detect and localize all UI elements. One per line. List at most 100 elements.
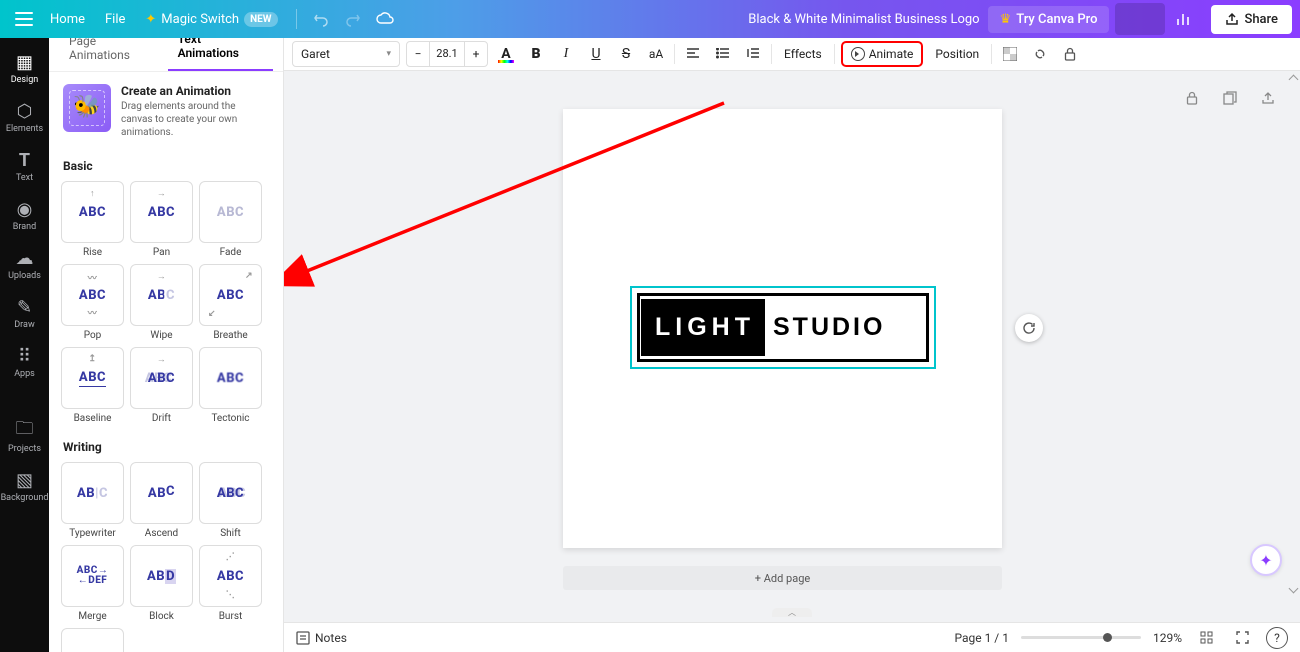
create-animation-thumb: [63, 84, 111, 132]
anim-merge[interactable]: ABC→←DEF: [61, 545, 124, 607]
logo-light: LIGHT: [641, 299, 765, 356]
try-pro-label: Try Canva Pro: [1016, 12, 1097, 27]
tab-page-animations[interactable]: Page Animations: [59, 38, 168, 71]
present-button[interactable]: [1115, 3, 1165, 35]
underline-button[interactable]: U: [584, 42, 608, 66]
vertical-scrollbar[interactable]: [1291, 76, 1296, 592]
apps-icon: ⠿: [18, 346, 31, 366]
anim-wipe[interactable]: →ABC: [130, 264, 193, 326]
share-button[interactable]: Share: [1211, 5, 1292, 34]
ai-rewrite-handle[interactable]: [1015, 314, 1043, 342]
anim-baseline-label: Baseline: [74, 413, 112, 424]
page-indicator[interactable]: Page 1 / 1: [954, 631, 1009, 645]
anim-pop[interactable]: 〰ABC〰: [61, 264, 124, 326]
font-size-value[interactable]: 28.1: [429, 42, 465, 66]
anim-ascend[interactable]: ABC: [130, 462, 193, 524]
transparency-button[interactable]: [998, 42, 1022, 66]
rail-uploads[interactable]: ☁Uploads: [0, 240, 49, 289]
page-tray-toggle[interactable]: ︿: [772, 608, 812, 617]
create-animation-card[interactable]: Create an Animation Drag elements around…: [49, 72, 283, 151]
zoom-value[interactable]: 129%: [1153, 631, 1182, 645]
fullscreen-icon[interactable]: [1230, 626, 1254, 650]
divider: [296, 9, 297, 29]
font-size-increase[interactable]: +: [465, 42, 487, 66]
font-color-button[interactable]: A: [494, 42, 518, 66]
animate-button[interactable]: Animate: [841, 41, 924, 67]
canvas-area[interactable]: LIGHT STUDIO + Add page ︿ ✦: [284, 71, 1300, 622]
section-basic: Basic: [49, 151, 283, 177]
anim-fade-label: Fade: [220, 247, 242, 258]
anim-block[interactable]: ABD: [130, 545, 193, 607]
anim-tectonic-label: Tectonic: [211, 413, 249, 424]
try-pro-button[interactable]: ♛ Try Canva Pro: [988, 6, 1110, 33]
notes-label: Notes: [315, 631, 347, 645]
spacing-button[interactable]: [741, 42, 765, 66]
rail-elements[interactable]: ⬡Elements: [0, 93, 49, 142]
footer-bar: Notes Page 1 / 1 129% ?: [284, 622, 1300, 652]
font-name: Garet: [301, 47, 330, 61]
link-button[interactable]: [1028, 42, 1052, 66]
animate-label: Animate: [869, 47, 914, 61]
anim-pan[interactable]: →ABC: [130, 181, 193, 243]
rail-design[interactable]: ▦Design: [0, 44, 49, 93]
font-select[interactable]: Garet ▾: [292, 41, 400, 67]
animations-panel: Page Animations Text Animations Create a…: [49, 38, 284, 652]
magic-switch-button[interactable]: ✦ Magic Switch NEW: [135, 8, 287, 31]
help-button[interactable]: ?: [1266, 627, 1288, 649]
anim-baseline[interactable]: ↥ABC: [61, 347, 124, 409]
page-tools: [1180, 86, 1280, 110]
anim-rise[interactable]: ↑ABC: [61, 181, 124, 243]
italic-button[interactable]: I: [554, 42, 578, 66]
logo-text-element[interactable]: LIGHT STUDIO: [630, 286, 936, 369]
tab-text-animations[interactable]: Text Animations: [168, 38, 273, 71]
anim-burst[interactable]: ⋰ABC⋱: [199, 545, 262, 607]
rail-apps[interactable]: ⠿Apps: [0, 338, 49, 387]
arrow-right-icon: →: [157, 354, 167, 365]
document-title[interactable]: Black & White Minimalist Business Logo: [748, 12, 979, 27]
anim-typewriter[interactable]: AB|C: [61, 462, 124, 524]
duplicate-page-icon[interactable]: [1218, 86, 1242, 110]
undo-button[interactable]: [305, 3, 337, 35]
redo-button[interactable]: [337, 3, 369, 35]
lock-button[interactable]: [1058, 42, 1082, 66]
add-page-button[interactable]: + Add page: [563, 566, 1002, 590]
assistant-fab[interactable]: ✦: [1250, 544, 1282, 576]
font-size-decrease[interactable]: −: [407, 42, 429, 66]
rail-background[interactable]: ▧Background: [0, 462, 49, 511]
expand-icon: ↗: [245, 271, 253, 281]
menu-icon[interactable]: [8, 3, 40, 35]
home-link[interactable]: Home: [40, 12, 95, 27]
grid-view-icon[interactable]: [1194, 626, 1218, 650]
bold-button[interactable]: B: [524, 42, 548, 66]
position-button[interactable]: Position: [929, 47, 985, 61]
file-link[interactable]: File: [95, 12, 135, 27]
page-lock-icon[interactable]: [1180, 86, 1204, 110]
rail-text[interactable]: TText: [0, 142, 49, 191]
list-button[interactable]: [711, 42, 735, 66]
strikethrough-button[interactable]: S: [614, 42, 638, 66]
notes-button[interactable]: Notes: [296, 631, 347, 645]
uploads-icon: ☁: [16, 248, 34, 268]
align-button[interactable]: [681, 42, 705, 66]
anim-block-label: Block: [149, 611, 174, 622]
design-page[interactable]: LIGHT STUDIO: [563, 109, 1002, 548]
insights-icon[interactable]: [1165, 3, 1203, 35]
rail-projects[interactable]: 🗀Projects: [0, 413, 49, 462]
share-label: Share: [1244, 12, 1278, 27]
anim-tectonic[interactable]: ABC: [199, 347, 262, 409]
anim-fade[interactable]: ABC: [199, 181, 262, 243]
expand-icon: ↙: [208, 309, 216, 319]
zoom-slider[interactable]: [1021, 636, 1141, 639]
anim-extra[interactable]: 〰: [61, 628, 124, 652]
export-page-icon[interactable]: [1256, 86, 1280, 110]
rail-brand[interactable]: ◉Brand: [0, 191, 49, 240]
anim-drift[interactable]: →ABC: [130, 347, 193, 409]
text-case-button[interactable]: aA: [644, 42, 668, 66]
effects-button[interactable]: Effects: [778, 47, 828, 61]
cloud-sync-icon[interactable]: [369, 3, 401, 35]
rail-draw[interactable]: ✎Draw: [0, 289, 49, 338]
anim-breathe[interactable]: ↗ABC↙: [199, 264, 262, 326]
section-writing: Writing: [49, 432, 283, 458]
anim-shift[interactable]: ABC: [199, 462, 262, 524]
elements-icon: ⬡: [17, 101, 33, 121]
